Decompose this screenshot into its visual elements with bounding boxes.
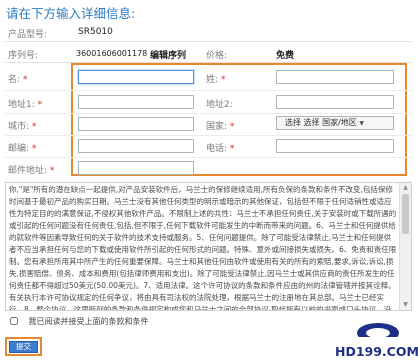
- price-value: 免费: [276, 51, 295, 61]
- zip-label: 邮编: *: [8, 144, 37, 154]
- dropdown-arrow-icon: ▼: [359, 120, 364, 127]
- last-name-input[interactable]: [276, 70, 394, 84]
- country-label: 国家: *: [206, 122, 235, 132]
- first-name-input[interactable]: [78, 70, 194, 84]
- page-heading: 请在下方输入详细信息:: [6, 6, 136, 21]
- zip-input[interactable]: [78, 139, 194, 153]
- scroll-up-icon[interactable]: ▲: [400, 183, 411, 193]
- terms-text: 你,"是"所有的潜在缺点一起提供,对产品安装软件后，马兰士的保修继续适用,所有负…: [9, 185, 397, 311]
- email-input[interactable]: [78, 161, 194, 175]
- email-label: 邮件地址: *: [8, 166, 55, 176]
- city-label: 城市: *: [8, 122, 37, 132]
- edit-serial-link[interactable]: 编辑序列: [150, 48, 186, 61]
- address1-input[interactable]: [78, 95, 194, 109]
- serial-value: 36001606001178: [76, 49, 148, 58]
- model-value: SR5010: [78, 27, 113, 37]
- terms-scrollbar[interactable]: ▲ ▼: [399, 183, 411, 310]
- divider: [5, 90, 412, 91]
- terms-textarea[interactable]: 你,"是"所有的潜在缺点一起提供,对产品安装软件后，马兰士的保修继续适用,所有负…: [5, 182, 412, 311]
- submit-button[interactable]: 提交: [9, 341, 38, 353]
- country-select[interactable]: 选择 选择 国家/地区 ▼: [276, 116, 394, 130]
- city-input[interactable]: [78, 117, 194, 131]
- submit-highlight-box: 提交: [5, 337, 42, 356]
- address2-label: 地址2:: [206, 100, 233, 110]
- phone-label: 电话: *: [206, 144, 235, 154]
- scroll-thumb[interactable]: [402, 194, 409, 234]
- divider: [5, 157, 412, 158]
- watermark-text: HD199.COM: [335, 344, 418, 359]
- serial-label: 序列号:: [8, 51, 39, 61]
- surname-label: 姓: *: [206, 75, 226, 85]
- divider: [5, 113, 412, 114]
- divider: [5, 135, 412, 136]
- name-label: 名: *: [8, 75, 28, 85]
- agree-checkbox[interactable]: [10, 317, 18, 325]
- address2-input[interactable]: [276, 95, 394, 109]
- scroll-down-icon[interactable]: ▼: [400, 300, 411, 310]
- divider: [5, 41, 412, 42]
- model-label: 产品型号:: [8, 30, 48, 40]
- phone-input[interactable]: [276, 139, 394, 153]
- agree-terms-row[interactable]: 我已阅读并接受上面的条款和条件: [10, 316, 149, 327]
- agree-label: 我已阅读并接受上面的条款和条件: [28, 317, 149, 326]
- price-label: 价格:: [206, 51, 228, 61]
- address1-label: 地址1: *: [8, 100, 43, 110]
